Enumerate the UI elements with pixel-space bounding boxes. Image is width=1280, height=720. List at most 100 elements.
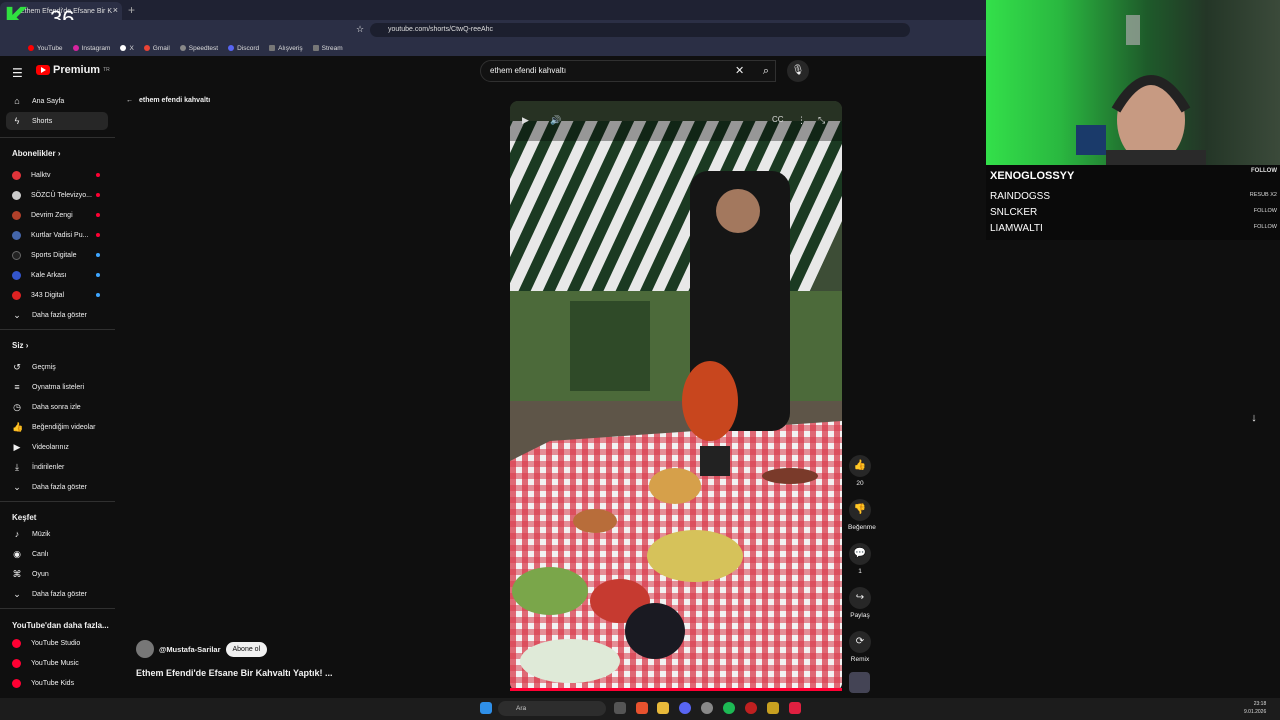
sidebar-item-sub[interactable]: Kale Arkası <box>6 266 108 284</box>
bookmark-discord[interactable]: Discord <box>228 45 259 52</box>
bookmark-x[interactable]: X <box>120 45 134 52</box>
system-clock[interactable]: 23:18 9.01.2026 <box>1244 700 1266 716</box>
search-button[interactable]: ⌕ <box>755 60 777 82</box>
bookmark-gmail[interactable]: Gmail <box>143 45 170 52</box>
you-heading[interactable]: Siz › <box>12 341 28 350</box>
explore-heading: Keşfet <box>12 513 37 522</box>
thumbs-down-icon: 👎 <box>849 499 871 521</box>
bookmark-youtube[interactable]: YouTube <box>28 45 63 52</box>
instagram-icon <box>72 45 79 51</box>
app-icon[interactable] <box>701 702 713 714</box>
spotify-icon[interactable] <box>723 702 735 714</box>
folder-icon <box>269 45 276 51</box>
youtube-kids-icon <box>12 678 21 688</box>
play-icon[interactable]: ▶ <box>522 115 529 126</box>
history-icon: ↺ <box>13 361 21 372</box>
sidebar-item-yt-studio[interactable]: YouTube Studio <box>6 634 108 652</box>
mic-icon: 🎙 <box>791 65 805 76</box>
sidebar-item-shorts[interactable]: ϟ Shorts <box>6 112 108 130</box>
task-view-icon[interactable] <box>614 702 626 714</box>
chevron-right-icon: › <box>25 341 29 350</box>
divider <box>0 329 115 330</box>
follower-tag: FOLLOW <box>1253 208 1277 214</box>
sidebar-item-sub[interactable]: Kurtlar Vadisi Pu... <box>6 226 108 244</box>
like-icon: 👍 <box>12 421 24 432</box>
bookmark-stream[interactable]: Stream <box>312 45 343 52</box>
share-arrow-icon: ↪ <box>849 587 871 609</box>
sidebar-item-live[interactable]: ◉ Canlı <box>6 545 108 563</box>
video-title[interactable]: Ethem Efendi'de Efsane Bir Kahvaltı Yapt… <box>136 668 333 678</box>
sidebar-item-music[interactable]: ♪ Müzik <box>6 525 108 543</box>
sidebar-show-more[interactable]: ⌄ Daha fazla göster <box>6 306 108 324</box>
sidebar-item-downloads[interactable]: ⤓ İndirilenler <box>6 458 108 476</box>
bookmark-instagram[interactable]: Instagram <box>72 45 110 52</box>
discord-icon[interactable] <box>679 702 691 714</box>
sidebar-item-watch-later[interactable]: ◷ Daha sonra izle <box>6 398 108 416</box>
sound-thumbnail[interactable] <box>849 672 870 693</box>
sidebar-item-sub[interactable]: Devrim Zengi <box>6 206 108 224</box>
new-tab-icon[interactable]: + <box>128 3 135 17</box>
app-icon[interactable] <box>767 702 779 714</box>
sidebar-item-home[interactable]: ⌂ Ana Sayfa <box>6 92 108 110</box>
search-input[interactable]: ethem efendi kahvaltı <box>480 60 776 82</box>
taskbar-search[interactable]: Ara <box>498 701 606 716</box>
bookmark-speedtest[interactable]: Speedtest <box>179 45 218 52</box>
channel-name[interactable]: @Mustafa-Sarilar <box>159 645 221 654</box>
chevron-right-icon: › <box>57 149 61 158</box>
sidebar-item-yt-kids[interactable]: YouTube Kids <box>6 674 108 692</box>
fullscreen-icon[interactable]: ⤡ <box>818 115 825 126</box>
sidebar-item-gaming[interactable]: ⌘ Oyun <box>6 565 108 583</box>
remix-button[interactable]: ⟳ Remix <box>848 631 872 663</box>
bookmarks-bar: YouTube Instagram X Gmail Speedtest Disc… <box>0 40 986 56</box>
sidebar-show-more[interactable]: ⌄ Daha fazla göster <box>6 478 108 496</box>
sidebar-item-playlists[interactable]: ≡ Oynatma listeleri <box>6 378 108 396</box>
brave-icon[interactable] <box>636 702 648 714</box>
clear-search-icon[interactable]: ✕ <box>735 64 744 77</box>
sidebar-item-sub[interactable]: Sports Digitale <box>6 246 108 264</box>
bookmark-star-icon[interactable]: ☆ <box>356 24 364 35</box>
sidebar-item-sub[interactable]: SÖZCÜ Televizyo... <box>6 186 108 204</box>
back-to-results[interactable]: ← ethem efendi kahvaltı <box>126 97 210 104</box>
sidebar-item-history[interactable]: ↺ Geçmiş <box>6 358 108 376</box>
url-field[interactable]: youtube.com/shorts/CtwQ-reeAhc <box>370 23 910 37</box>
sidebar-item-yt-music[interactable]: YouTube Music <box>6 654 108 672</box>
top-follower-tag: FOLLOW <box>1251 168 1277 174</box>
youtube-icon <box>36 65 50 75</box>
youtube-premium-logo[interactable]: Premium TR <box>36 64 110 76</box>
next-short-icon[interactable]: ↓ <box>1244 408 1264 428</box>
new-content-dot <box>96 293 100 297</box>
close-tab-icon[interactable]: × <box>113 5 118 15</box>
avatar <box>12 170 21 180</box>
app-icon[interactable] <box>789 702 801 714</box>
windows-start-icon[interactable] <box>480 702 492 714</box>
voice-search-button[interactable]: 🎙 <box>787 60 809 82</box>
bookmark-alisveris[interactable]: Alışveriş <box>269 45 303 52</box>
captions-icon[interactable]: CC <box>772 115 784 124</box>
video-icon: ▶ <box>13 441 21 452</box>
sidebar-item-sub[interactable]: 343 Digital <box>6 286 108 304</box>
like-button[interactable]: 👍 20 <box>848 455 872 487</box>
progress-bar[interactable] <box>510 688 842 691</box>
share-button[interactable]: ↪ Paylaş <box>848 587 872 619</box>
video-frame <box>510 101 842 691</box>
menu-icon[interactable]: ☰ <box>12 66 23 80</box>
sidebar-item-sub[interactable]: Halktv <box>6 166 108 184</box>
sidebar-show-more[interactable]: ⌄ Daha fazla göster <box>6 585 108 603</box>
dislike-button[interactable]: 👎 Beğenme <box>848 499 876 531</box>
sidebar-item-your-videos[interactable]: ▶ Videolarınız <box>6 438 108 456</box>
subscriptions-heading[interactable]: Abonelikler › <box>12 149 60 158</box>
arrow-left-icon: ← <box>126 97 133 104</box>
game-icon: ⌘ <box>12 568 22 579</box>
file-explorer-icon[interactable] <box>657 702 669 714</box>
sidebar-item-liked[interactable]: 👍 Beğendiğim videolar <box>6 418 108 436</box>
comments-button[interactable]: 💬 1 <box>848 543 872 575</box>
top-follower-name: XENOGLOSSYY <box>990 170 1075 182</box>
more-vert-icon[interactable]: ⋮ <box>797 115 806 126</box>
obs-icon[interactable] <box>745 702 757 714</box>
live-icon: ◉ <box>13 548 21 559</box>
volume-icon[interactable]: 🔊 <box>550 115 561 126</box>
subscribe-button[interactable]: Abone ol <box>225 641 268 657</box>
shorts-video-player[interactable]: ▶ 🔊 CC ⋮ ⤡ <box>510 101 842 691</box>
avatar[interactable] <box>136 640 154 658</box>
clock-icon: ◷ <box>13 401 21 412</box>
